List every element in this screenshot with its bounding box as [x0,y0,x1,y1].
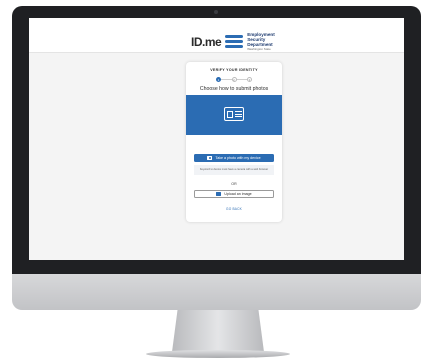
header-logos: ID.me Employment Security Department Was… [191,32,275,52]
hero-banner [186,95,282,135]
monitor-chin [12,274,421,310]
id-card-icon [224,107,244,121]
step-2: 2 [231,76,237,82]
step-1: 1 [216,76,221,82]
site-header: ID.me Employment Security Department Was… [29,18,404,53]
device-note-text: Keyword to device must have a camera wit… [199,168,269,172]
camera-icon [207,156,213,160]
esd-logo-text: Employment Security Department Washingto… [247,32,275,52]
take-photo-label: Take a photo with my device [215,156,261,160]
go-back-link[interactable]: GO BACK [186,207,282,211]
monitor-screen: ID.me Employment Security Department Was… [29,18,404,260]
card-heading: VERIFY YOUR IDENTITY [210,68,258,72]
take-photo-button[interactable]: Take a photo with my device [194,154,274,162]
monitor-stand [172,310,264,352]
verification-card: VERIFY YOUR IDENTITY 1 2 3 Choose how to… [186,62,282,222]
upload-image-button[interactable]: Upload an image [194,190,274,198]
monitor-bezel: ID.me Employment Security Department Was… [12,6,421,274]
monitor-base [146,350,290,358]
upload-image-label: Upload an image [224,192,252,196]
esd-tagline: Washington State [247,47,271,51]
device-note: Keyword to device must have a camera wit… [194,165,274,175]
or-divider: OR [231,182,237,186]
monitor-mockup: ID.me Employment Security Department Was… [0,0,433,362]
step-3: 3 [247,76,252,82]
step-indicator: 1 2 3 [216,76,252,82]
webcam-dot [214,10,218,14]
card-title: Choose how to submit photos [199,86,269,92]
esd-logo-icon [225,35,244,49]
idme-logo: ID.me [191,35,222,49]
image-icon [216,192,222,196]
